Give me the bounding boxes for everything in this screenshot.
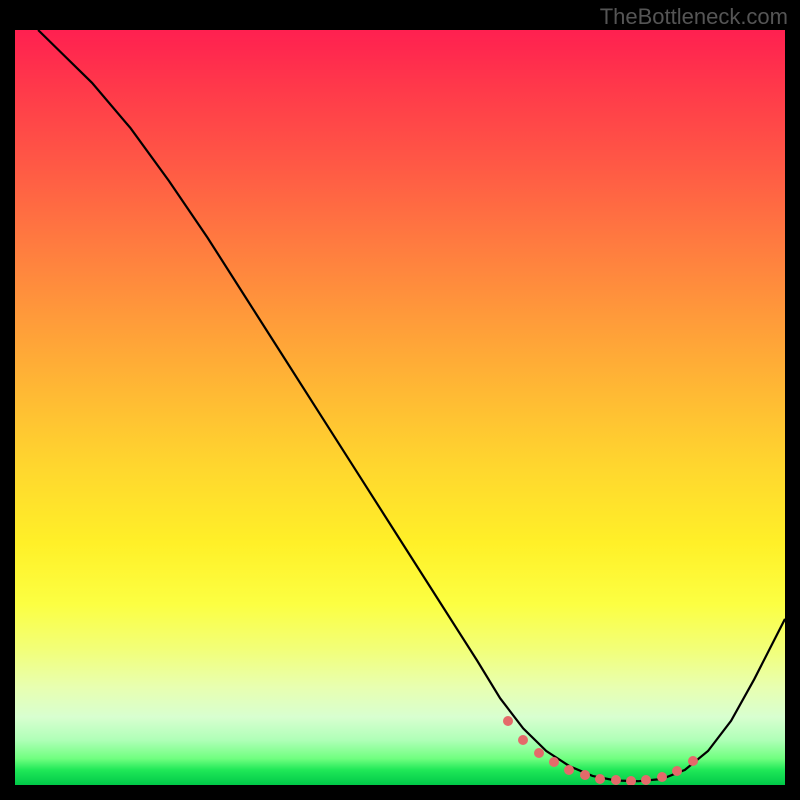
highlight-dot — [626, 776, 636, 785]
highlight-dot — [641, 775, 651, 785]
highlight-dot — [564, 765, 574, 775]
plot-area — [15, 30, 785, 785]
highlight-dot — [549, 757, 559, 767]
highlight-dot — [580, 770, 590, 780]
watermark-text: TheBottleneck.com — [600, 4, 788, 30]
highlight-dot — [688, 756, 698, 766]
highlight-dot — [534, 748, 544, 758]
highlight-dot — [611, 775, 621, 785]
highlight-dot — [503, 716, 513, 726]
highlight-dot — [672, 766, 682, 776]
highlight-dots-layer — [15, 30, 785, 785]
highlight-dot — [518, 735, 528, 745]
highlight-dot — [657, 772, 667, 782]
highlight-dot — [595, 774, 605, 784]
